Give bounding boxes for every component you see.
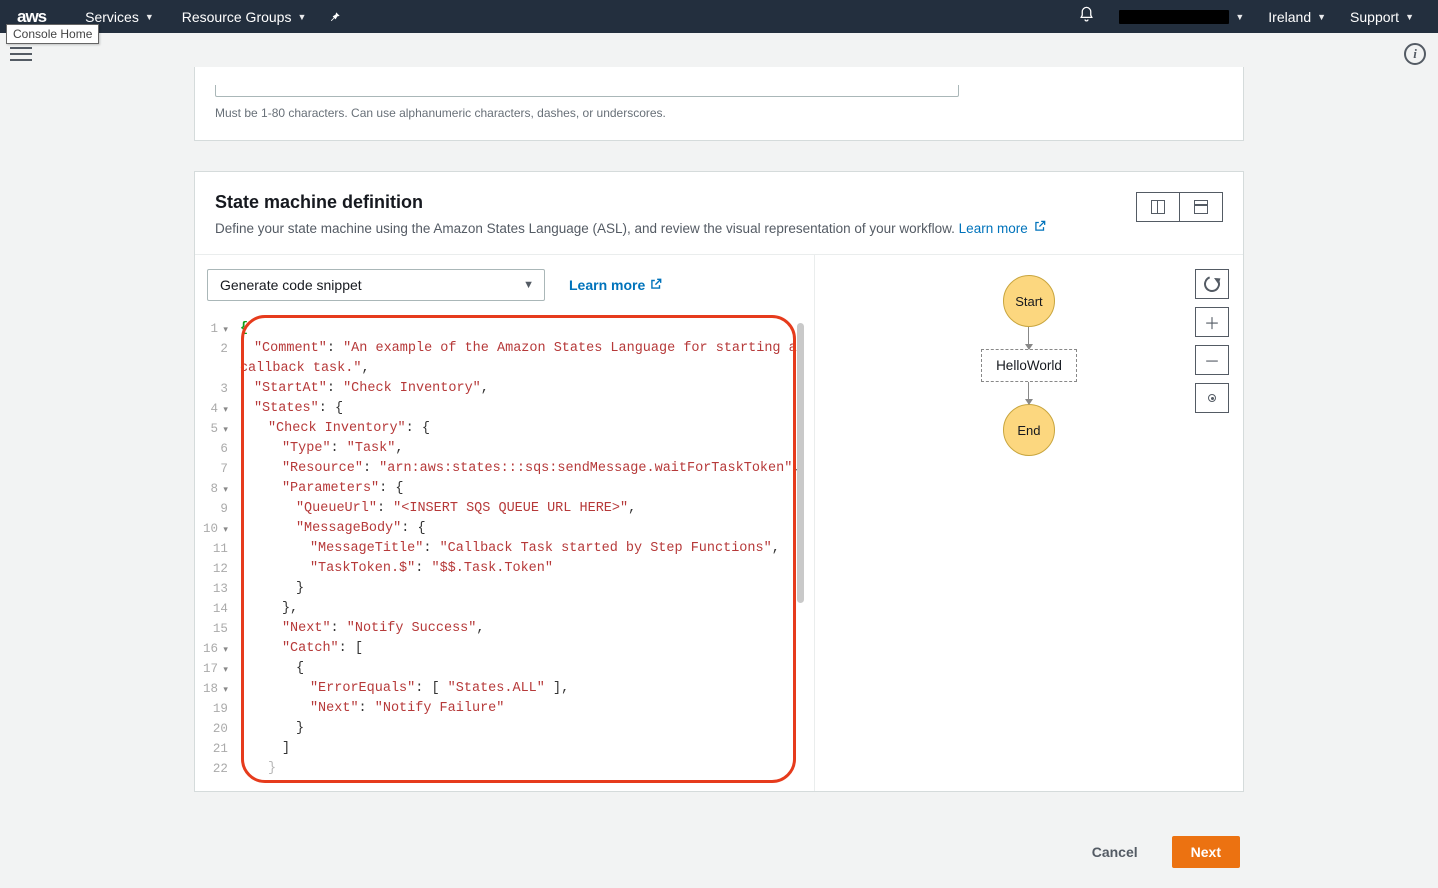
graph-pane: Start HelloWorld End ＋ － <box>814 255 1243 791</box>
graph-state-node[interactable]: HelloWorld <box>981 349 1077 382</box>
plus-icon: ＋ <box>1204 310 1220 334</box>
chevron-down-icon: ▼ <box>1405 12 1414 22</box>
chevron-down-icon: ▼ <box>523 279 534 291</box>
notifications-icon[interactable] <box>1066 6 1107 28</box>
chevron-down-icon: ▼ <box>1235 12 1244 22</box>
graph-start-node[interactable]: Start <box>1003 275 1055 327</box>
graph-end-node[interactable]: End <box>1003 404 1055 456</box>
chevron-down-icon: ▼ <box>1317 12 1326 22</box>
minus-icon: － <box>1204 348 1220 372</box>
graph-center-button[interactable] <box>1195 383 1229 413</box>
layout-split-button[interactable] <box>1136 192 1180 222</box>
refresh-icon <box>1201 273 1222 294</box>
graph-tools: ＋ － <box>1195 269 1229 413</box>
graph-connector <box>1028 327 1029 349</box>
layout-split-icon <box>1151 200 1165 214</box>
nav-account[interactable]: ▼ <box>1107 10 1256 24</box>
toolbar-learn-more-link[interactable]: Learn more <box>569 277 663 294</box>
nav-resource-groups[interactable]: Resource Groups▼ <box>168 9 321 25</box>
layout-full-icon <box>1194 200 1208 214</box>
graph-zoom-in-button[interactable]: ＋ <box>1195 307 1229 337</box>
editor-scrollbar[interactable] <box>797 323 804 603</box>
hamburger-icon[interactable] <box>10 43 32 65</box>
editor-pane: Generate code snippet ▼ Learn more 1 <box>195 255 814 791</box>
chevron-down-icon: ▼ <box>297 12 306 22</box>
info-icon[interactable]: i <box>1404 43 1426 65</box>
editor-gutter: 12 345678910111213141516171819202122 <box>203 313 236 785</box>
definition-title: State machine definition <box>215 192 1047 213</box>
generate-snippet-select[interactable]: Generate code snippet ▼ <box>207 269 545 301</box>
external-link-icon <box>1033 219 1047 236</box>
next-button[interactable]: Next <box>1172 836 1240 868</box>
code-editor[interactable]: 12 345678910111213141516171819202122 {"C… <box>203 313 806 785</box>
definition-subtitle: Define your state machine using the Amaz… <box>215 219 1047 236</box>
pin-icon[interactable] <box>320 10 350 24</box>
chevron-down-icon: ▼ <box>145 12 154 22</box>
graph-connector <box>1028 382 1029 404</box>
wizard-actions: Cancel Next <box>194 822 1244 868</box>
cancel-button[interactable]: Cancel <box>1074 836 1156 868</box>
name-helptext: Must be 1-80 characters. Can use alphanu… <box>215 101 1223 124</box>
editor-code[interactable]: {"Comment": "An example of the Amazon St… <box>236 313 806 785</box>
workflow-graph: Start HelloWorld End <box>815 255 1243 791</box>
nav-region[interactable]: Ireland▼ <box>1256 9 1338 25</box>
graph-zoom-out-button[interactable]: － <box>1195 345 1229 375</box>
external-link-icon <box>649 277 663 294</box>
top-navbar: aws Services▼ Resource Groups▼ ▼ Ireland… <box>0 0 1438 33</box>
graph-refresh-button[interactable] <box>1195 269 1229 299</box>
layout-toggle <box>1136 192 1223 222</box>
definition-card: State machine definition Define your sta… <box>194 171 1244 792</box>
center-icon <box>1208 394 1216 402</box>
nav-support[interactable]: Support▼ <box>1338 9 1426 25</box>
name-card: Enter the state machine name Must be 1-8… <box>194 67 1244 141</box>
learn-more-link[interactable]: Learn more <box>959 221 1048 236</box>
state-machine-name-input[interactable]: Enter the state machine name <box>215 69 959 97</box>
layout-full-button[interactable] <box>1179 192 1223 222</box>
nav-services[interactable]: Services▼ <box>71 9 168 25</box>
account-name-redacted <box>1119 10 1229 24</box>
